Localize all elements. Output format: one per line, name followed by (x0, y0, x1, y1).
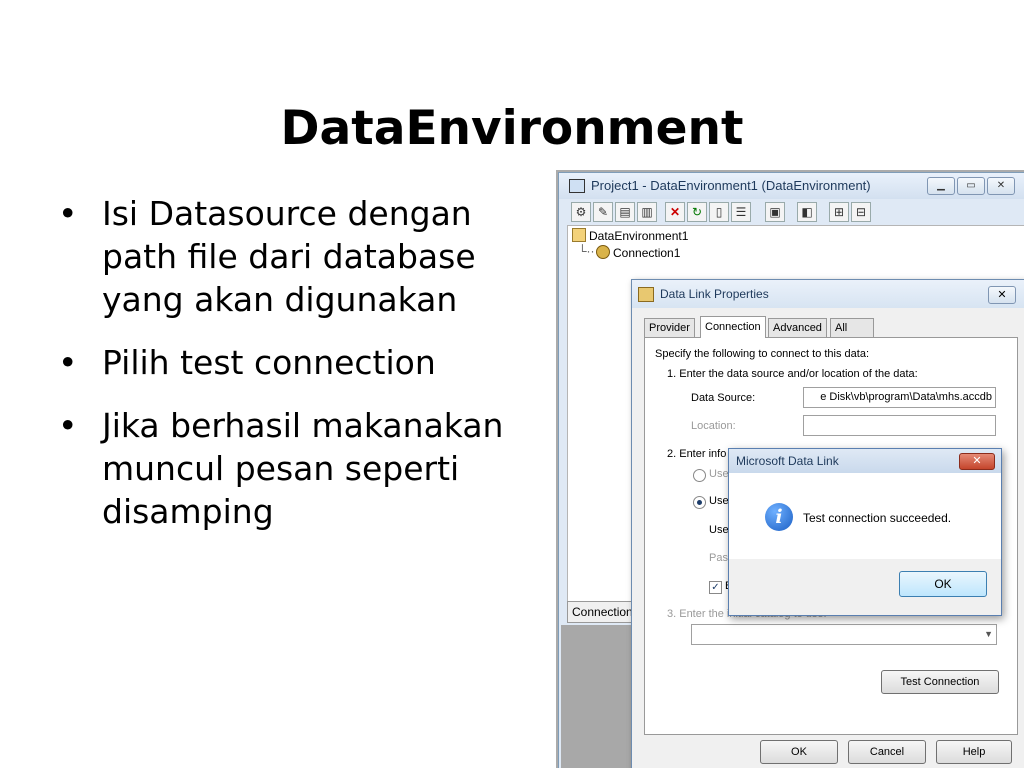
location-input[interactable] (803, 415, 996, 436)
user-name-label: Use (709, 524, 729, 536)
initial-catalog-select[interactable]: ▼ (691, 624, 997, 645)
tree-connector: └·· (578, 244, 595, 258)
properties-icon[interactable]: ☰ (731, 202, 751, 222)
message-titlebar[interactable]: Microsoft Data Link ✕ (729, 449, 1001, 473)
project-icon (569, 179, 585, 193)
slide-title: DataEnvironment (280, 101, 744, 157)
blank-password-checkbox[interactable]: ✓ (709, 581, 722, 594)
screenshot-area: Project1 - DataEnvironment1 (DataEnviron… (556, 170, 1024, 768)
data-link-icon (638, 287, 654, 302)
chevron-down-icon: ▼ (984, 629, 993, 639)
location-label: Location: (691, 420, 736, 432)
dialog-title: Data Link Properties (660, 287, 769, 301)
message-title: Microsoft Data Link (736, 454, 839, 468)
view-object-icon[interactable]: ◧ (797, 202, 817, 222)
step2-label: 2. Enter info (667, 448, 727, 460)
bullet-item: Pilih test connection (58, 341, 528, 384)
specific-user-label: Use (709, 495, 729, 507)
arrange-by-objects-icon[interactable]: ⊟ (851, 202, 871, 222)
message-close-button[interactable]: ✕ (959, 453, 995, 470)
windows-auth-radio[interactable] (693, 469, 706, 482)
windows-auth-label: Use (709, 468, 729, 480)
message-ok-button[interactable]: OK (899, 571, 987, 597)
tree-item-dataenvironment[interactable]: DataEnvironment1 (572, 228, 688, 243)
tab-provider[interactable]: Provider (644, 318, 695, 337)
design-icon[interactable]: ▯ (709, 202, 729, 222)
password-label: Pas (709, 552, 728, 564)
info-icon: i (765, 503, 793, 531)
ok-button[interactable]: OK (760, 740, 838, 764)
minimize-button[interactable]: ▁ (927, 177, 955, 195)
message-text: Test connection succeeded. (803, 511, 952, 525)
arrange-by-connections-icon[interactable]: ⊞ (829, 202, 849, 222)
view-code-icon[interactable]: ▣ (765, 202, 785, 222)
data-source-label: Data Source: (691, 392, 756, 404)
tree-item-connection[interactable]: Connection1 (596, 245, 680, 260)
message-footer: OK (729, 559, 1001, 615)
data-link-properties-dialog: Data Link Properties ✕ Provider Connecti… (631, 279, 1024, 768)
toolbar: ⚙ ✎ ▤ ▥ ✕ ↻ ▯ ☰ ▣ ◧ ⊞ ⊟ (559, 199, 1024, 223)
close-button[interactable]: ✕ (987, 177, 1015, 195)
test-connection-button[interactable]: Test Connection (881, 670, 999, 694)
tab-connection[interactable]: Connection (700, 316, 766, 338)
ide-window-title: Project1 - DataEnvironment1 (DataEnviron… (591, 178, 871, 193)
maximize-button[interactable]: ▭ (957, 177, 985, 195)
add-command-icon[interactable]: ✎ (593, 202, 613, 222)
data-source-input[interactable]: e Disk\vb\program\Data\mhs.accdb (803, 387, 996, 408)
refresh-icon[interactable]: ↻ (687, 202, 707, 222)
ide-window: Project1 - DataEnvironment1 (DataEnviron… (558, 172, 1024, 768)
help-button[interactable]: Help (936, 740, 1012, 764)
step1-label: 1. Enter the data source and/or location… (667, 368, 918, 380)
empty-area (561, 625, 641, 768)
intro-text: Specify the following to connect to this… (655, 348, 870, 360)
bullet-item: Isi Datasource dengan path file dari dat… (58, 192, 528, 321)
specific-user-radio[interactable] (693, 496, 706, 509)
bullet-item: Jika berhasil makanakan muncul pesan sep… (58, 404, 528, 533)
insert-stored-procedures-icon[interactable]: ▤ (615, 202, 635, 222)
cancel-button[interactable]: Cancel (848, 740, 926, 764)
add-child-command-icon[interactable]: ▥ (637, 202, 657, 222)
delete-icon[interactable]: ✕ (665, 202, 685, 222)
test-success-message-box: Microsoft Data Link ✕ i Test connection … (728, 448, 1002, 616)
dataenvironment-icon (572, 228, 586, 242)
tab-advanced[interactable]: Advanced (768, 318, 827, 337)
tree-item-label: DataEnvironment1 (589, 229, 689, 243)
add-connection-icon[interactable]: ⚙ (571, 202, 591, 222)
dialog-titlebar[interactable]: Data Link Properties ✕ (632, 280, 1024, 308)
tab-all[interactable]: All (830, 318, 874, 337)
dialog-close-button[interactable]: ✕ (988, 286, 1016, 304)
connection-icon (596, 245, 610, 259)
bullet-list: Isi Datasource dengan path file dari dat… (58, 192, 528, 553)
ide-titlebar[interactable]: Project1 - DataEnvironment1 (DataEnviron… (559, 173, 1024, 199)
tree-item-label: Connection1 (613, 246, 681, 260)
